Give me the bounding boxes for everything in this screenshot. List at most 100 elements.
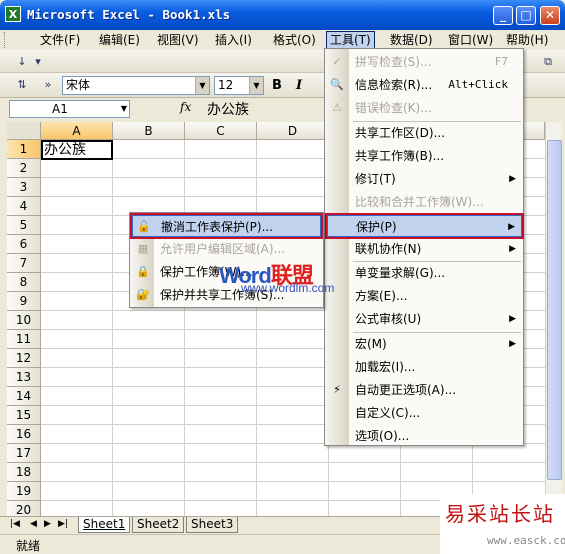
menu-window[interactable]: 窗口(W)	[448, 32, 493, 48]
menu-item-formula-auditing[interactable]: 公式审核(U) ▶	[327, 308, 522, 330]
menubar-grip[interactable]	[4, 32, 7, 48]
row-header[interactable]: 3	[7, 178, 41, 197]
row-header[interactable]: 13	[7, 368, 41, 387]
unprotect-sheet-icon: 🔓	[137, 220, 151, 233]
sheet-tab-sheet3[interactable]: Sheet3	[186, 517, 239, 533]
menu-item-protection[interactable]: 保护(P) ▶	[325, 213, 524, 239]
formula-input[interactable]: 办公族	[207, 99, 249, 119]
menu-tools[interactable]: 工具(T)	[326, 31, 375, 49]
edit-ranges-icon: ▦	[137, 242, 149, 255]
menu-item-options[interactable]: 选项(O)...	[327, 425, 522, 447]
row-header[interactable]: 7	[7, 254, 41, 273]
column-header-d[interactable]: D	[257, 122, 329, 140]
menu-item-online-collab[interactable]: 联机协作(N) ▶	[327, 238, 522, 260]
menu-item-compare-merge[interactable]: 比较和合并工作簿(W)...	[327, 191, 522, 213]
menu-item-shared-workspace[interactable]: 共享工作区(D)...	[327, 122, 522, 144]
row-header[interactable]: 11	[7, 330, 41, 349]
chevron-down-icon[interactable]: ▼	[195, 77, 209, 94]
menu-insert[interactable]: 插入(I)	[215, 32, 252, 48]
site-watermark-title: 易采站长站	[445, 502, 555, 526]
menu-view[interactable]: 视图(V)	[157, 32, 199, 48]
row-header[interactable]: 15	[7, 406, 41, 425]
excel-app-icon[interactable]: X	[5, 6, 21, 22]
prev-sheet-icon[interactable]: ◀	[30, 519, 37, 529]
menu-item-label: 错误检查(K)...	[355, 101, 432, 115]
menu-help[interactable]: 帮助(H)	[506, 32, 548, 48]
menu-item-track-changes[interactable]: 修订(T) ▶	[327, 168, 522, 190]
row-header[interactable]: 1	[7, 140, 41, 159]
row-header[interactable]: 8	[7, 273, 41, 292]
sort-ascending-icon[interactable]: ↓	[14, 54, 30, 70]
row-header[interactable]: 16	[7, 425, 41, 444]
title-bar[interactable]: X Microsoft Excel - Book1.xls _ □ ✕	[0, 0, 565, 30]
chevron-down-icon[interactable]: ▼	[121, 101, 127, 117]
menu-item-autocorrect[interactable]: ⚡ 自动更正选项(A)...	[327, 379, 522, 401]
menu-format[interactable]: 格式(O)	[273, 32, 316, 48]
row-header[interactable]: 2	[7, 159, 41, 178]
menu-item-label: 共享工作区(D)...	[355, 126, 446, 140]
menu-item-label: 选项(O)...	[355, 429, 410, 443]
column-header-a[interactable]: A	[41, 122, 113, 140]
column-header-c[interactable]: C	[185, 122, 257, 140]
menu-item-label: 联机协作(N)	[355, 242, 422, 256]
menu-data[interactable]: 数据(D)	[390, 32, 433, 48]
submenu-item-label: 撤消工作表保护(P)...	[161, 220, 274, 234]
menu-item-research[interactable]: 🔍 信息检索(R)... Alt+Click	[327, 74, 522, 96]
row-header[interactable]: 6	[7, 235, 41, 254]
row-header[interactable]: 17	[7, 444, 41, 463]
close-button[interactable]: ✕	[540, 6, 560, 25]
menu-item-error-check[interactable]: ⚠ 错误检查(K)...	[327, 97, 522, 119]
vertical-scrollbar[interactable]	[545, 122, 562, 518]
next-sheet-icon[interactable]: ▶	[44, 519, 51, 529]
column-header-b[interactable]: B	[113, 122, 185, 140]
font-size-combo[interactable]: 12 ▼	[214, 76, 264, 95]
sheet-tab-sheet1[interactable]: Sheet1	[78, 517, 131, 533]
row-header[interactable]: 18	[7, 463, 41, 482]
row-header[interactable]: 9	[7, 292, 41, 311]
menu-item-customize[interactable]: 自定义(C)...	[327, 402, 522, 424]
menu-item-label: 自定义(C)...	[355, 406, 421, 420]
menu-edit[interactable]: 编辑(E)	[99, 32, 140, 48]
sheet-tab-sheet2[interactable]: Sheet2	[132, 517, 185, 533]
sort-az-icon[interactable]: ⇅	[14, 77, 30, 93]
menu-item-share-workbook[interactable]: 共享工作簿(B)...	[327, 145, 522, 167]
row-header[interactable]: 19	[7, 482, 41, 501]
menu-item-addins[interactable]: 加载宏(I)...	[327, 356, 522, 378]
toolbar-overflow-icon[interactable]: »	[40, 77, 56, 93]
menu-item-macro[interactable]: 宏(M) ▶	[327, 333, 522, 355]
insert-function-button[interactable]: fx	[180, 100, 191, 114]
row-gridline	[41, 462, 545, 463]
vertical-scrollbar-thumb[interactable]	[547, 140, 562, 480]
minimize-button[interactable]: _	[493, 6, 513, 25]
menu-item-spelling[interactable]: ✓ 拼写检查(S)... F7	[327, 51, 522, 73]
menu-item-label: 保护(P)	[356, 220, 397, 234]
last-sheet-icon[interactable]: ▶|	[58, 519, 68, 529]
row-header[interactable]: 10	[7, 311, 41, 330]
window-title: Microsoft Excel - Book1.xls	[27, 7, 231, 22]
row-header[interactable]: 14	[7, 387, 41, 406]
first-sheet-icon[interactable]: |◀	[10, 519, 20, 529]
row-header[interactable]: 12	[7, 349, 41, 368]
submenu-item-allow-edit-ranges[interactable]: ▦ 允许用户编辑区域(A)...	[132, 238, 321, 260]
bold-button[interactable]: B	[272, 78, 282, 93]
menu-item-label: 自动更正选项(A)...	[355, 383, 457, 397]
cell-a1[interactable]: 办公族	[41, 140, 113, 160]
submenu-arrow-icon: ▶	[509, 244, 516, 254]
protect-share-icon: 🔐	[136, 288, 150, 301]
mdi-restore-icon[interactable]: ⧉	[540, 54, 556, 70]
menu-item-scenarios[interactable]: 方案(E)...	[327, 285, 522, 307]
chevron-down-icon[interactable]: ▼	[249, 77, 263, 94]
submenu-item-unprotect-sheet[interactable]: 🔓 撤消工作表保护(P)...	[130, 213, 323, 239]
name-box[interactable]: A1 ▼	[9, 100, 130, 118]
italic-button[interactable]: I	[296, 78, 302, 93]
submenu-arrow-icon: ▶	[509, 174, 516, 184]
menu-file-label[interactable]: 文件(F)	[40, 32, 80, 48]
menu-item-goal-seek[interactable]: 单变量求解(G)...	[327, 262, 522, 284]
font-name-combo[interactable]: 宋体 ▼	[62, 76, 210, 95]
toolbar-options-icon[interactable]: ▾	[30, 54, 46, 70]
row-header[interactable]: 4	[7, 197, 41, 216]
maximize-button[interactable]: □	[516, 6, 536, 25]
site-watermark: 易采站长站 www.easck.com	[440, 494, 565, 554]
research-icon: 🔍	[330, 78, 344, 91]
row-header[interactable]: 5	[7, 216, 41, 235]
